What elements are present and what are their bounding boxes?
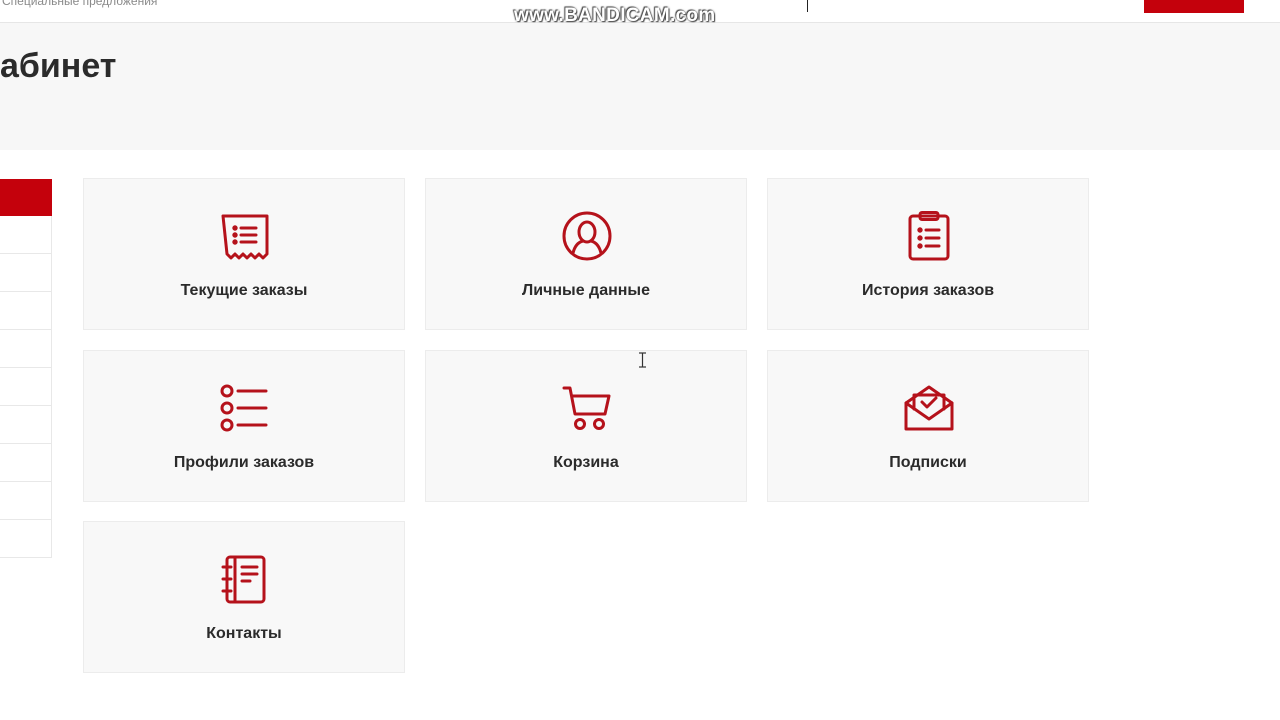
sidebar-item[interactable]	[0, 216, 52, 254]
sidebar-item[interactable]	[0, 254, 52, 292]
tile-contacts[interactable]: Контакты	[83, 521, 405, 673]
tile-label: Контакты	[206, 625, 282, 642]
clipboard-list-icon	[904, 211, 954, 261]
tile-label: Текущие заказы	[180, 282, 308, 299]
tile-label: История заказов	[861, 282, 995, 299]
sidebar-item[interactable]	[0, 482, 52, 520]
tile-label: Подписки	[889, 454, 967, 471]
tile-subscriptions[interactable]: Подписки	[767, 350, 1089, 502]
sidebar-item[interactable]	[0, 444, 52, 482]
text-caret	[807, 0, 808, 12]
tile-order-profiles[interactable]: Профили заказов	[83, 350, 405, 502]
sidebar-menu	[0, 179, 52, 558]
text-cursor-icon	[638, 352, 647, 368]
tile-cart[interactable]: Корзина	[425, 350, 747, 502]
sidebar-item-active[interactable]	[0, 179, 52, 216]
tile-label: Профили заказов	[173, 454, 315, 471]
tile-current-orders[interactable]: Текущие заказы	[83, 178, 405, 330]
top-action-button[interactable]	[1144, 0, 1244, 13]
sidebar-item[interactable]	[0, 292, 52, 330]
user-circle-icon	[562, 211, 612, 261]
page-header: абинет	[0, 23, 1280, 150]
envelope-check-icon	[904, 383, 954, 433]
page-title: абинет	[0, 47, 117, 85]
sidebar-item[interactable]	[0, 520, 52, 558]
cart-icon	[562, 383, 612, 433]
sidebar-item[interactable]	[0, 330, 52, 368]
tile-label: Корзина	[553, 454, 619, 471]
sidebar-item[interactable]	[0, 406, 52, 444]
receipt-list-icon	[220, 211, 270, 261]
tile-personal-data[interactable]: Личные данные	[425, 178, 747, 330]
special-offers-link[interactable]: Специальные предложения	[2, 0, 157, 8]
bullet-list-icon	[220, 383, 270, 433]
sidebar-item[interactable]	[0, 368, 52, 406]
tile-order-history[interactable]: История заказов	[767, 178, 1089, 330]
address-book-icon	[220, 554, 270, 604]
tile-label: Личные данные	[522, 282, 650, 299]
